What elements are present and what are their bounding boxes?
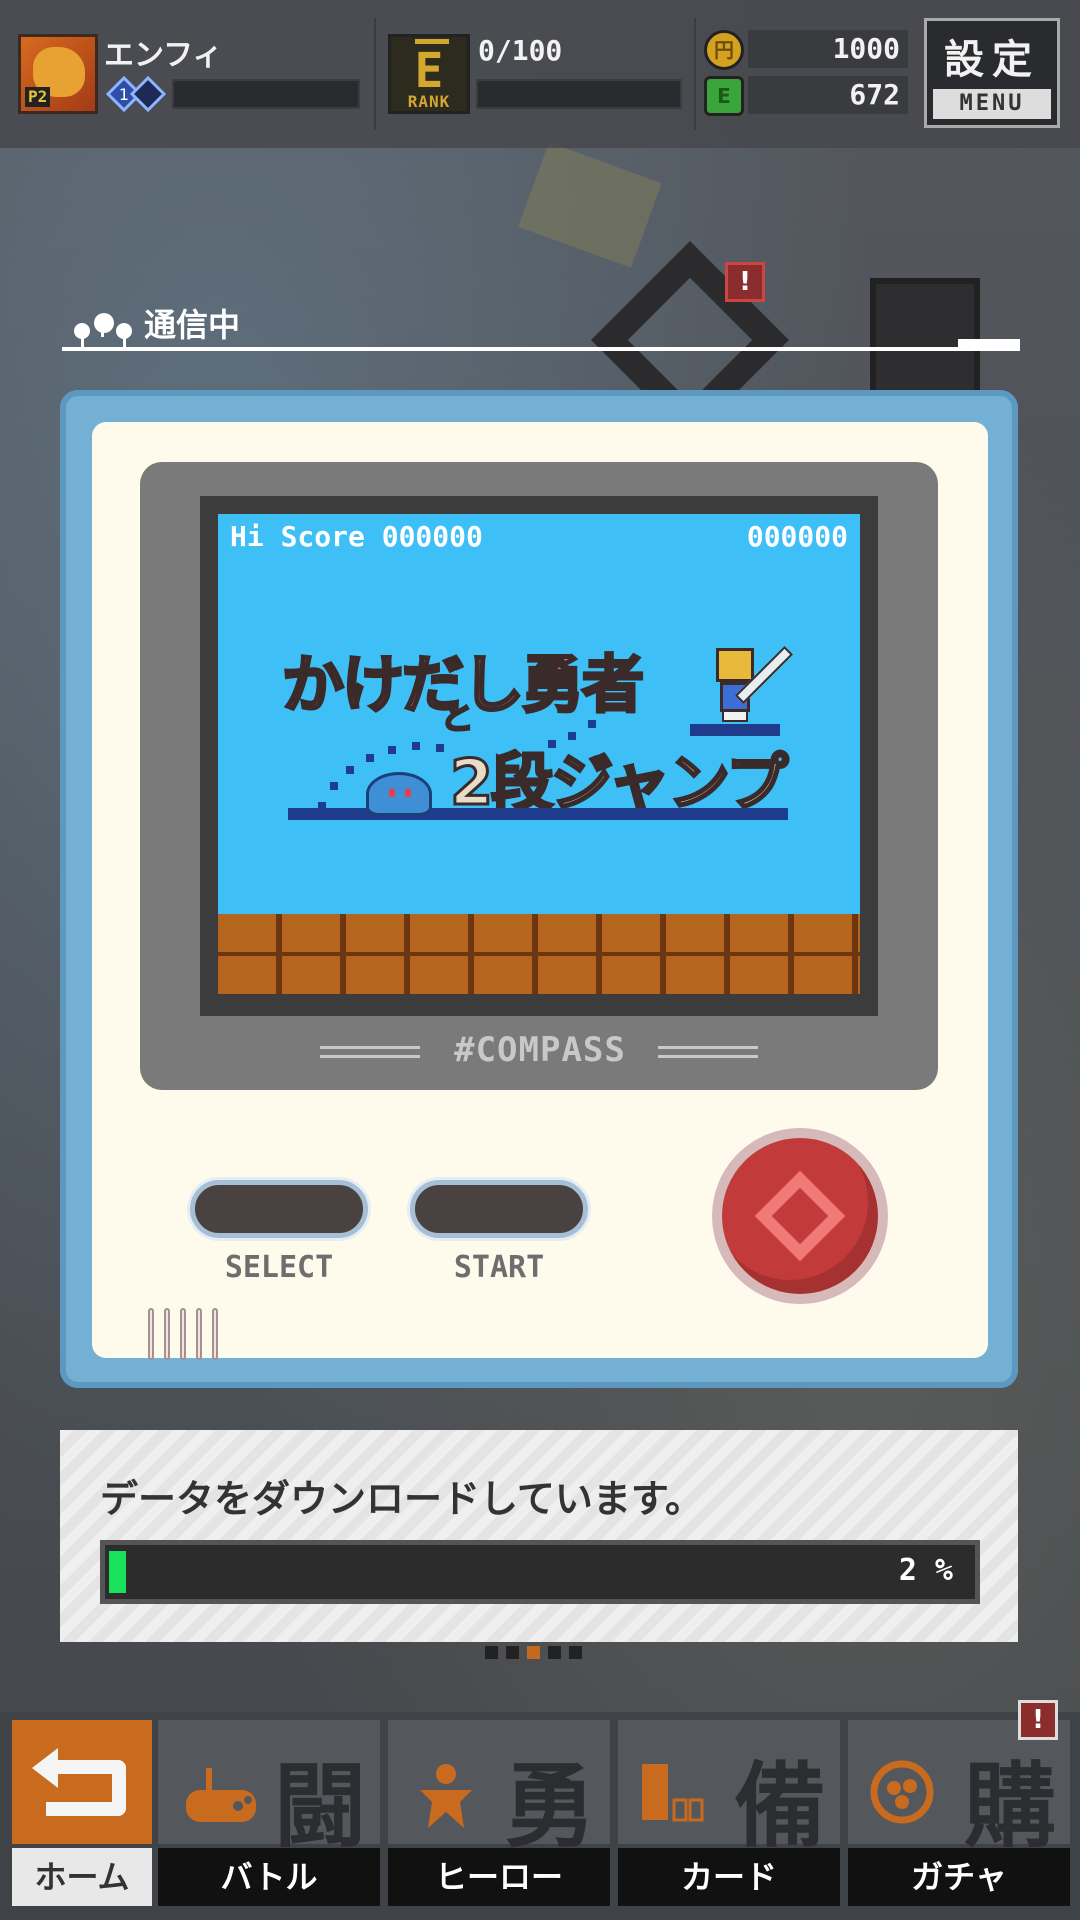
gacha-capsule-icon	[870, 1760, 934, 1824]
download-progress-bar: 2 %	[100, 1540, 980, 1604]
settings-kanji: 設定	[944, 37, 1040, 83]
nav-home[interactable]: ホーム	[12, 1712, 152, 1908]
nav-battle-label: バトル	[158, 1848, 380, 1906]
hero-platform	[690, 724, 780, 736]
green-amount: 672	[748, 76, 908, 114]
gold-currency: 円 1000	[704, 30, 908, 70]
action-button[interactable]	[712, 1128, 888, 1304]
brick-ground	[218, 914, 860, 994]
rank-badge: E RANK	[388, 34, 470, 114]
gacha-kanji: 購	[963, 1753, 1056, 1860]
card-stack-icon	[642, 1764, 704, 1822]
select-label: SELECT	[224, 1250, 334, 1285]
ground-platform	[288, 808, 788, 820]
connecting-line	[62, 339, 1020, 351]
compass-emblem-icon	[754, 1170, 846, 1262]
settings-menu-button[interactable]: 設定 MENU	[924, 18, 1060, 128]
connecting-text: 通信中	[144, 306, 241, 344]
menu-label: MENU	[933, 89, 1051, 119]
connecting-status: 通信中	[70, 300, 241, 347]
gold-amount: 1000	[748, 30, 908, 68]
gamepad-icon	[186, 1768, 256, 1822]
download-progress-fill	[109, 1551, 127, 1593]
gacha-alert-badge: !	[1018, 1700, 1058, 1740]
green-gem-icon: E	[704, 76, 744, 116]
avatar-tag: P2	[25, 87, 51, 107]
hi-score: Hi Score 000000	[230, 520, 483, 553]
alert-badge: !	[725, 262, 765, 302]
start-button[interactable]	[410, 1180, 588, 1238]
slime-icon	[366, 772, 432, 816]
nav-hero-label: ヒーロー	[388, 1848, 610, 1906]
hero-figure-icon	[420, 1764, 472, 1828]
return-arrow-icon	[32, 1748, 126, 1816]
download-panel: データをダウンロードしています。 2 %	[60, 1430, 1018, 1642]
divider	[694, 18, 696, 130]
top-status-bar: P2 エンフィ 1 E RANK 0/100 円 1000 E 672 設定 M…	[0, 0, 1080, 148]
nav-gacha[interactable]: 購 ガチャ	[848, 1712, 1070, 1908]
hero-kanji: 勇	[503, 1753, 596, 1860]
rank-label: RANK	[407, 92, 451, 111]
rank-letter: E	[414, 43, 444, 99]
player-name: エンフィ	[104, 38, 223, 73]
brand-decoration	[658, 1046, 758, 1058]
svg-text:1: 1	[119, 85, 129, 104]
player-exp-bar	[172, 79, 360, 109]
nav-card-label: カード	[618, 1848, 840, 1906]
nav-hero[interactable]: 勇 ヒーロー	[388, 1712, 610, 1908]
start-label: START	[453, 1250, 545, 1285]
card-kanji: 備	[733, 1753, 826, 1860]
player-avatar[interactable]: P2	[18, 34, 98, 114]
level-diamond-icon: 1	[106, 76, 166, 112]
background-box-icon	[870, 278, 980, 398]
gold-coin-icon: 円	[704, 30, 744, 70]
bottom-nav: ホーム 闘 バトル 勇 ヒーロー 備 カード 購 ガチャ	[0, 1712, 1080, 1920]
signal-icon	[70, 303, 134, 347]
nav-card[interactable]: 備 カード	[618, 1712, 840, 1908]
score: 000000	[746, 520, 848, 553]
rank-progress-bar	[476, 79, 682, 109]
nav-home-label: ホーム	[12, 1848, 152, 1906]
select-button[interactable]	[190, 1180, 368, 1238]
nav-gacha-label: ガチャ	[848, 1848, 1070, 1906]
nav-battle[interactable]: 闘 バトル	[158, 1712, 380, 1908]
speaker-grille	[148, 1308, 218, 1360]
download-message: データをダウンロードしています。	[100, 1477, 704, 1521]
page-indicator	[485, 1646, 582, 1659]
battle-kanji: 闘	[273, 1753, 366, 1860]
download-progress-label: 2 %	[898, 1553, 953, 1588]
green-currency: E 672	[704, 76, 908, 116]
rank-progress-text: 0/100	[478, 34, 563, 67]
divider	[374, 18, 376, 130]
game-screen: Hi Score 000000 000000 かけだし勇者 と 2段ジャンプ	[218, 514, 860, 994]
